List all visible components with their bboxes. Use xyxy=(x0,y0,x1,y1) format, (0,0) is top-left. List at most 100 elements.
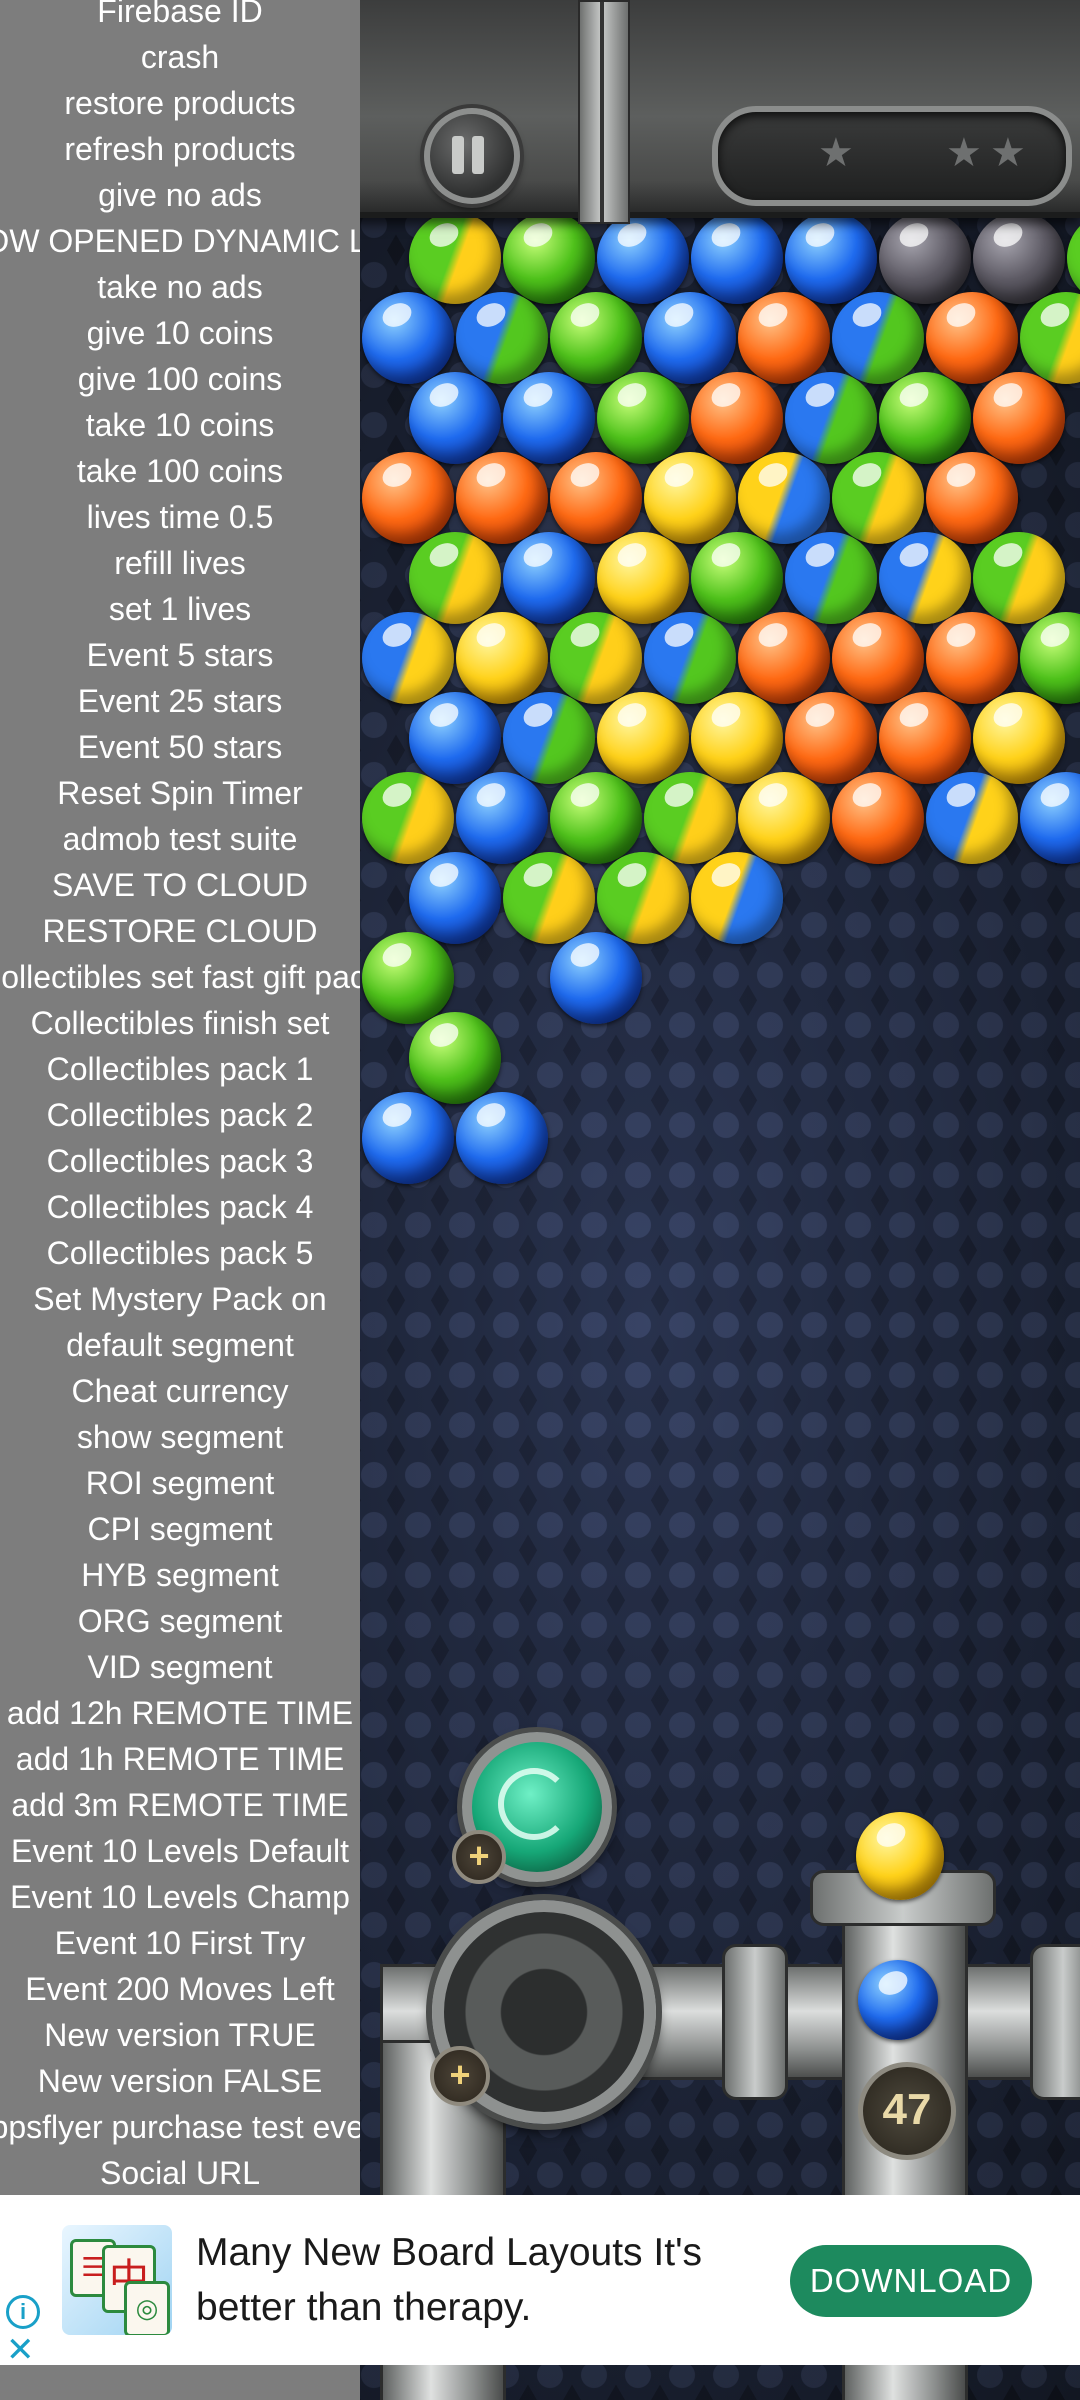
debug-menu-item[interactable]: Collectibles pack 5 xyxy=(0,1230,360,1276)
booster-plus-button[interactable]: + xyxy=(452,1830,506,1884)
bubble xyxy=(362,612,454,704)
debug-menu-item[interactable]: Collectibles set fast gift pack xyxy=(0,954,360,1000)
debug-menu-item[interactable]: Event 10 First Try xyxy=(0,1920,360,1966)
debug-menu-item[interactable]: CPI segment xyxy=(0,1506,360,1552)
bubble xyxy=(926,612,1018,704)
bubble xyxy=(832,292,924,384)
ad-close-icon[interactable]: ✕ xyxy=(6,2333,35,2367)
debug-menu-item[interactable]: take 100 coins xyxy=(0,448,360,494)
debug-menu-item[interactable]: New version TRUE xyxy=(0,2012,360,2058)
bubble xyxy=(879,532,971,624)
moves-counter: 47 xyxy=(858,2062,956,2160)
top-pipe xyxy=(578,0,630,224)
debug-menu-item[interactable]: ROI segment xyxy=(0,1460,360,1506)
bubble xyxy=(973,532,1065,624)
bubble xyxy=(597,532,689,624)
bubble xyxy=(409,1012,501,1104)
bubble xyxy=(362,292,454,384)
bubble xyxy=(785,372,877,464)
bubble xyxy=(503,372,595,464)
debug-menu-item[interactable]: RESTORE CLOUD xyxy=(0,908,360,954)
ad-app-icon[interactable]: ☰ 中 ◎ xyxy=(62,2225,172,2335)
debug-menu-item[interactable]: SAVE TO CLOUD xyxy=(0,862,360,908)
ad-headline[interactable]: Many New Board Layouts It's better than … xyxy=(196,2225,756,2335)
debug-menu-item[interactable]: Event 25 stars xyxy=(0,678,360,724)
debug-menu-item[interactable]: Event 50 stars xyxy=(0,724,360,770)
bubble xyxy=(973,692,1065,784)
bubble xyxy=(785,692,877,784)
debug-menu-item[interactable]: Event 200 Moves Left xyxy=(0,1966,360,2012)
bubble xyxy=(456,1092,548,1184)
debug-menu-item[interactable]: VID segment xyxy=(0,1644,360,1690)
bubble xyxy=(550,932,642,1024)
star-icon: ★ xyxy=(818,131,854,175)
cannon-plus-button[interactable]: + xyxy=(430,2046,490,2106)
star-icon: ★ xyxy=(990,131,1026,175)
debug-menu-item[interactable]: Event 10 Levels Champ xyxy=(0,1874,360,1920)
loaded-bubble[interactable] xyxy=(858,1960,938,2040)
debug-menu-item[interactable]: Reset Spin Timer xyxy=(0,770,360,816)
debug-menu-item[interactable]: admob test suite xyxy=(0,816,360,862)
ad-banner[interactable]: ☰ 中 ◎ Many New Board Layouts It's better… xyxy=(0,2195,1080,2367)
debug-menu-item[interactable]: ORG segment xyxy=(0,1598,360,1644)
debug-menu-item[interactable]: Appsflyer purchase test event xyxy=(0,2104,360,2150)
pipe-flange xyxy=(722,1944,788,2100)
debug-menu-item[interactable]: Collectibles pack 4 xyxy=(0,1184,360,1230)
bubble xyxy=(550,772,642,864)
debug-menu-item[interactable]: refill lives xyxy=(0,540,360,586)
debug-menu-item[interactable]: Collectibles pack 1 xyxy=(0,1046,360,1092)
bubble xyxy=(503,212,595,304)
mahjong-tile: ◎ xyxy=(124,2281,170,2335)
debug-menu-item[interactable]: SHOW OPENED DYNAMIC LINK xyxy=(0,218,360,264)
debug-menu-item[interactable]: take no ads xyxy=(0,264,360,310)
debug-menu-item[interactable]: Cheat currency xyxy=(0,1368,360,1414)
bubble xyxy=(879,212,971,304)
debug-menu-item[interactable]: Social URL xyxy=(0,2150,360,2196)
debug-menu-item[interactable]: refresh products xyxy=(0,126,360,172)
bubble xyxy=(503,692,595,784)
debug-menu-item[interactable]: add 12h REMOTE TIME xyxy=(0,1690,360,1736)
bubble xyxy=(691,692,783,784)
debug-menu-item[interactable]: crash xyxy=(0,34,360,80)
bubble xyxy=(1020,292,1080,384)
debug-menu-item[interactable]: add 3m REMOTE TIME xyxy=(0,1782,360,1828)
debug-menu-item[interactable]: Collectibles pack 2 xyxy=(0,1092,360,1138)
debug-menu-item[interactable]: set 1 lives xyxy=(0,586,360,632)
debug-menu-item[interactable]: show segment xyxy=(0,1414,360,1460)
bubble xyxy=(644,612,736,704)
bubble xyxy=(1020,772,1080,864)
debug-menu-item[interactable]: give 10 coins xyxy=(0,310,360,356)
debug-menu-item[interactable]: HYB segment xyxy=(0,1552,360,1598)
bubble xyxy=(691,372,783,464)
bubble xyxy=(691,532,783,624)
ad-info-icon[interactable]: i xyxy=(6,2295,40,2329)
debug-menu-item[interactable]: restore products xyxy=(0,80,360,126)
bubble xyxy=(409,372,501,464)
debug-menu-item[interactable]: lives time 0.5 xyxy=(0,494,360,540)
pause-button[interactable] xyxy=(424,108,520,204)
debug-menu-item[interactable]: Firebase ID xyxy=(0,0,360,34)
debug-menu-item[interactable]: take 10 coins xyxy=(0,402,360,448)
bubble xyxy=(785,212,877,304)
swirl-icon xyxy=(498,1768,570,1840)
debug-menu: Firebase ID crash restore products refresh … xyxy=(0,0,360,2400)
debug-menu-item[interactable]: Set Mystery Pack on xyxy=(0,1276,360,1322)
debug-menu-item[interactable]: Collectibles pack 3 xyxy=(0,1138,360,1184)
bubble xyxy=(738,292,830,384)
debug-menu-item[interactable]: give 100 coins xyxy=(0,356,360,402)
bubble xyxy=(550,452,642,544)
bubble xyxy=(597,692,689,784)
bubble xyxy=(1067,212,1080,304)
debug-menu-item[interactable]: give no ads xyxy=(0,172,360,218)
download-button[interactable]: DOWNLOAD xyxy=(790,2245,1032,2317)
debug-menu-item[interactable]: Event 5 stars xyxy=(0,632,360,678)
bubble xyxy=(879,372,971,464)
bubble xyxy=(738,452,830,544)
debug-menu-item[interactable]: Event 10 Levels Default xyxy=(0,1828,360,1874)
debug-menu-item[interactable]: New version FALSE xyxy=(0,2058,360,2104)
bubble xyxy=(973,212,1065,304)
debug-menu-item[interactable]: add 1h REMOTE TIME xyxy=(0,1736,360,1782)
debug-menu-item[interactable]: default segment xyxy=(0,1322,360,1368)
debug-menu-item[interactable]: Collectibles finish set xyxy=(0,1000,360,1046)
bubble xyxy=(456,292,548,384)
